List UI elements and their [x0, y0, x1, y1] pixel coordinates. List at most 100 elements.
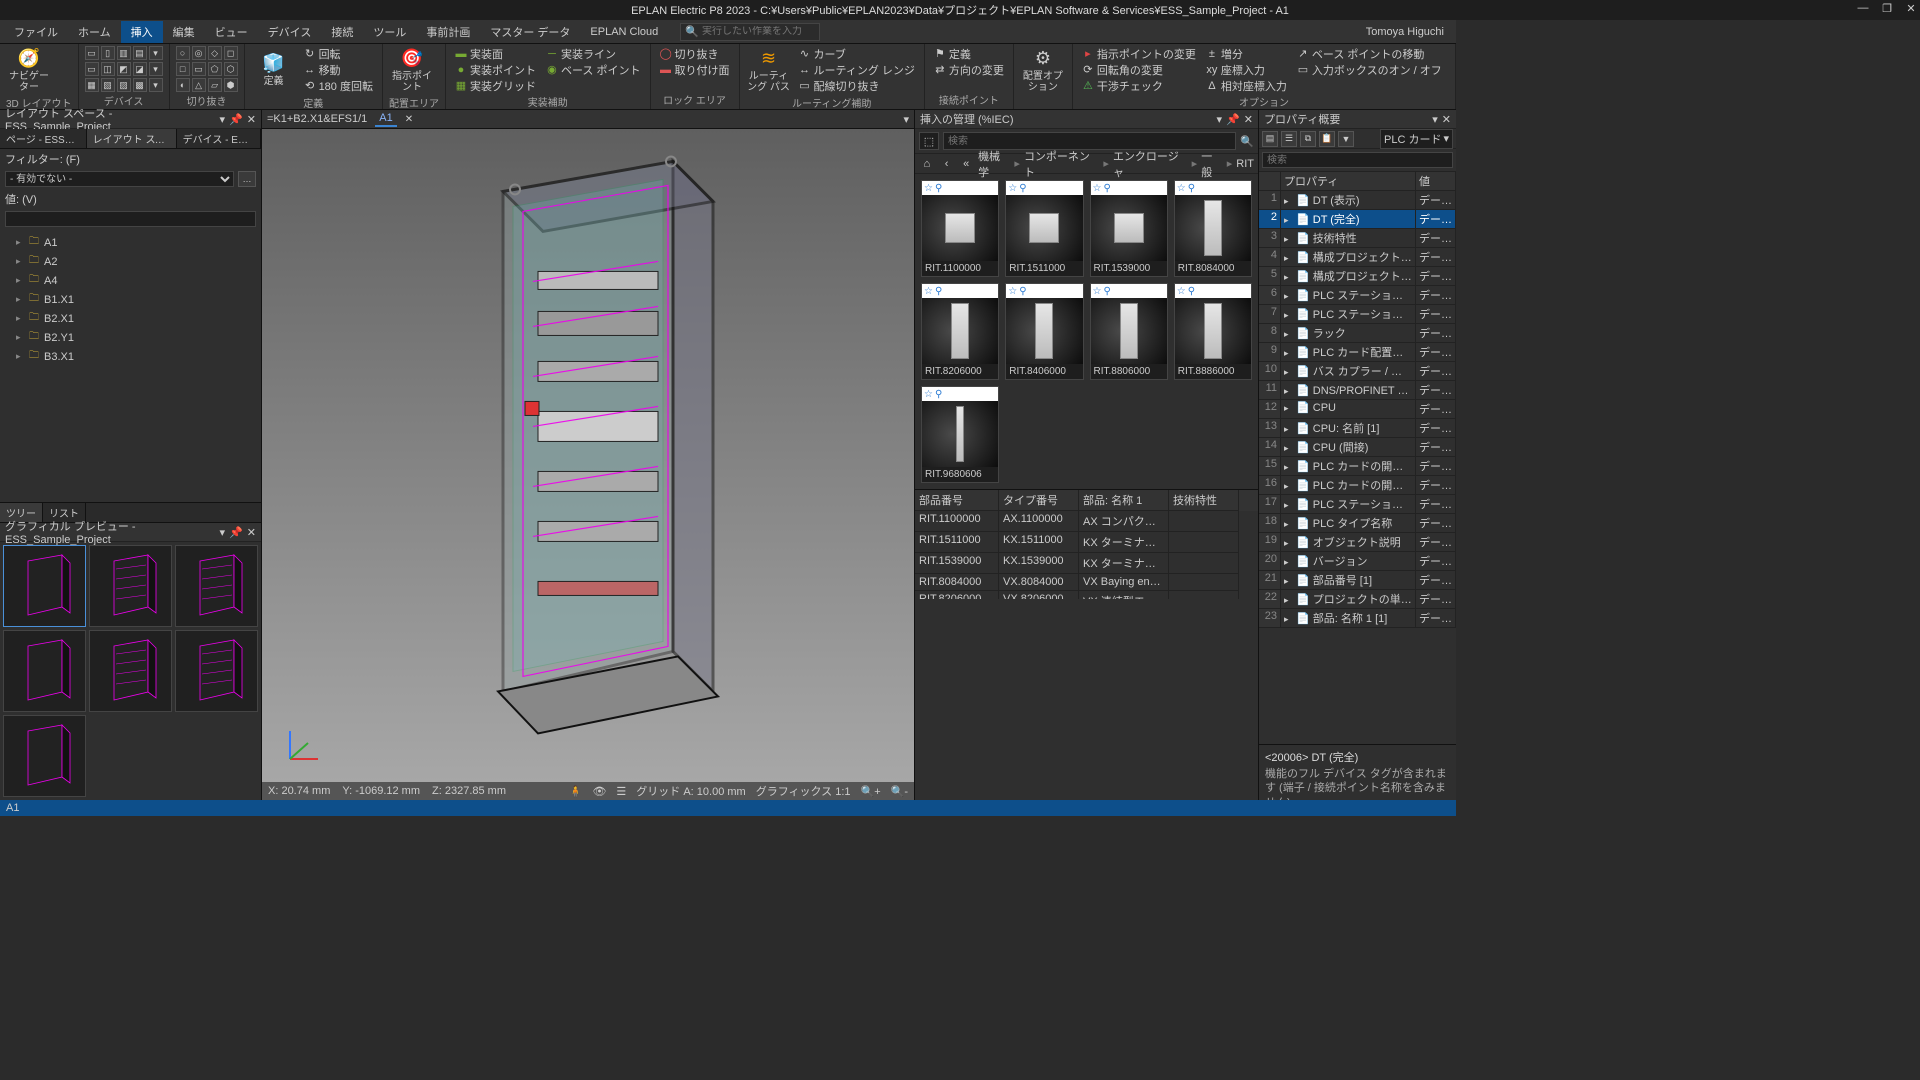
- bookmark-icon[interactable]: ⚲: [1188, 286, 1195, 297]
- bookmark-icon[interactable]: ⚲: [935, 183, 942, 194]
- category-combo[interactable]: PLC カード▾: [1380, 129, 1453, 149]
- qat-new-icon[interactable]: ▱: [4, 3, 18, 17]
- preview-thumb[interactable]: [175, 545, 258, 627]
- menu-ファイル[interactable]: ファイル: [4, 21, 68, 43]
- preview-thumb[interactable]: [89, 545, 172, 627]
- menu-編集[interactable]: 編集: [163, 21, 205, 43]
- qat-cut-icon[interactable]: ✂: [94, 3, 108, 17]
- breadcrumb-item[interactable]: RIT: [1236, 158, 1254, 170]
- menu-デバイス[interactable]: デバイス: [258, 21, 322, 43]
- person-icon[interactable]: 🧍: [569, 785, 583, 798]
- part-card[interactable]: ☆⚲RIT.8406000: [1005, 283, 1083, 380]
- property-row[interactable]: 17▸📄 PLC ステーション: タイプデータが…: [1259, 495, 1456, 514]
- grid-view-icon[interactable]: ▤: [1262, 131, 1278, 147]
- table-header[interactable]: 部品番号: [915, 490, 999, 511]
- property-row[interactable]: 5▸📄 構成プロジェクト (間接)データが…: [1259, 267, 1456, 286]
- table-header[interactable]: 技術特性: [1169, 490, 1239, 511]
- property-row[interactable]: 18▸📄 PLC タイプ名称データが…: [1259, 514, 1456, 533]
- tree-item[interactable]: ▸🗀B1.X1: [2, 290, 259, 309]
- minimize-button[interactable]: —: [1856, 2, 1870, 15]
- table-row[interactable]: RIT.1511000KX.1511000KX ターミナルボック…: [915, 532, 1258, 553]
- table-row[interactable]: RIT.8206000VX.8206000VX 連結型エンクロ…: [915, 591, 1258, 599]
- paste-icon[interactable]: 📋: [1319, 131, 1335, 147]
- property-row[interactable]: 7▸📄 PLC ステーション: ID (間接)データが…: [1259, 305, 1456, 324]
- maximize-button[interactable]: ❐: [1880, 2, 1894, 15]
- tree-item[interactable]: ▸🗀B2.Y1: [2, 328, 259, 347]
- bookmark-icon[interactable]: ⚲: [935, 389, 942, 400]
- property-row[interactable]: 11▸📄 DNS/PROFINET デバイス名データが…: [1259, 381, 1456, 400]
- menu-ビュー[interactable]: ビュー: [205, 21, 258, 43]
- menu-ホーム[interactable]: ホーム: [68, 21, 121, 43]
- home-icon[interactable]: ⌂: [919, 158, 935, 170]
- value-input[interactable]: [5, 211, 256, 227]
- tree-item[interactable]: ▸🗀A4: [2, 271, 259, 290]
- menu-EPLAN Cloud[interactable]: EPLAN Cloud: [580, 23, 668, 41]
- rotate180-button[interactable]: ⟲180 度回転: [301, 78, 376, 93]
- property-row[interactable]: 2▸📄 DT (完全)データが…: [1259, 210, 1456, 229]
- preview-thumb[interactable]: [89, 630, 172, 712]
- close-panel-icon[interactable]: ✕: [247, 113, 256, 126]
- pin-icon[interactable]: 📌: [229, 113, 243, 126]
- bookmark-icon[interactable]: ⚲: [935, 286, 942, 297]
- preview-thumb[interactable]: [3, 715, 86, 797]
- preview-thumb[interactable]: [3, 630, 86, 712]
- table-row[interactable]: RIT.1100000AX.1100000AX コンパクトエンク…: [915, 511, 1258, 532]
- placement-options-button[interactable]: ⚙配置オプション: [1020, 46, 1066, 94]
- property-row[interactable]: 19▸📄 オブジェクト説明データが…: [1259, 533, 1456, 552]
- rotate-button[interactable]: ↻回転: [301, 46, 376, 61]
- menu-挿入[interactable]: 挿入: [121, 21, 163, 43]
- property-row[interactable]: 15▸📄 PLC カードの開始アドレスデータが…: [1259, 457, 1456, 476]
- move-button[interactable]: ↔移動: [301, 62, 376, 77]
- zoom-in-icon[interactable]: 🔍+: [861, 785, 881, 798]
- bookmark-icon[interactable]: ⚲: [1103, 183, 1110, 194]
- part-card[interactable]: ☆⚲RIT.8206000: [921, 283, 999, 380]
- property-row[interactable]: 14▸📄 CPU (間接)データが…: [1259, 438, 1456, 457]
- 3d-viewport[interactable]: X: 20.74 mmY: -1069.12 mmZ: 2327.85 mm 🧍…: [262, 129, 914, 800]
- tab-dropdown-icon[interactable]: ▾: [903, 113, 909, 126]
- document-tab[interactable]: A1: [375, 112, 396, 127]
- routing-path-button[interactable]: ≋ルーティング パス: [746, 46, 792, 94]
- property-row[interactable]: 1▸📄 DT (表示)データが…: [1259, 191, 1456, 210]
- qat-dropdown-icon[interactable]: ▾: [130, 3, 144, 17]
- property-row[interactable]: 21▸📄 部品番号 [1]データが…: [1259, 571, 1456, 590]
- star-icon[interactable]: ☆: [1177, 183, 1186, 194]
- tree-item[interactable]: ▸🗀B3.X1: [2, 347, 259, 366]
- filter-select[interactable]: - 有効でない -: [5, 171, 234, 187]
- search-icon[interactable]: 🔍: [1240, 135, 1254, 148]
- eye-icon[interactable]: 👁: [592, 785, 606, 798]
- bookmark-icon[interactable]: ⚲: [1019, 183, 1026, 194]
- menu-マスター データ[interactable]: マスター データ: [480, 21, 580, 43]
- part-card[interactable]: ☆⚲RIT.1100000: [921, 180, 999, 277]
- qat-undo-icon[interactable]: ↶: [58, 3, 72, 17]
- list-view-icon[interactable]: ☰: [1281, 131, 1297, 147]
- property-row[interactable]: 6▸📄 PLC ステーション: IDデータが…: [1259, 286, 1456, 305]
- star-icon[interactable]: ☆: [924, 286, 933, 297]
- property-row[interactable]: 13▸📄 CPU: 名前 [1]データが…: [1259, 419, 1456, 438]
- bookmark-icon[interactable]: ⚲: [1188, 183, 1195, 194]
- qat-redo-icon[interactable]: ↷: [76, 3, 90, 17]
- preview-thumb[interactable]: [3, 545, 86, 627]
- part-card[interactable]: ☆⚲RIT.9680606: [921, 386, 999, 483]
- insert-mode-icon[interactable]: ⬚: [919, 132, 939, 150]
- define-button[interactable]: 🧊定義: [251, 46, 297, 94]
- copy-icon[interactable]: ⧉: [1300, 131, 1316, 147]
- part-card[interactable]: ☆⚲RIT.1511000: [1005, 180, 1083, 277]
- table-row[interactable]: RIT.1539000KX.1539000KX ターミナルボック…: [915, 553, 1258, 574]
- filter-icon[interactable]: ▼: [1338, 131, 1354, 147]
- qat-copy-icon[interactable]: ⧉: [112, 3, 126, 17]
- properties-search-input[interactable]: [1262, 152, 1453, 168]
- zoom-out-icon[interactable]: 🔍-: [891, 785, 908, 798]
- property-row[interactable]: 4▸📄 構成プロジェクト (複数の …データが…: [1259, 248, 1456, 267]
- property-row[interactable]: 3▸📄 技術特性データが…: [1259, 229, 1456, 248]
- tell-me-input[interactable]: [702, 26, 815, 37]
- device-ic[interactable]: ▭: [85, 46, 99, 60]
- menu-ツール[interactable]: ツール: [363, 21, 416, 43]
- part-card[interactable]: ☆⚲RIT.1539000: [1090, 180, 1168, 277]
- property-row[interactable]: 16▸📄 PLC カードの開始アドレス (…データが…: [1259, 476, 1456, 495]
- property-row[interactable]: 10▸📄 バス カプラー / ヘッド ステー…データが…: [1259, 362, 1456, 381]
- property-row[interactable]: 12▸📄 CPUデータが…: [1259, 400, 1456, 419]
- close-button[interactable]: ✕: [1904, 2, 1918, 15]
- tree-item[interactable]: ▸🗀B2.X1: [2, 309, 259, 328]
- star-icon[interactable]: ☆: [924, 183, 933, 194]
- close-tab-icon[interactable]: ✕: [405, 114, 413, 125]
